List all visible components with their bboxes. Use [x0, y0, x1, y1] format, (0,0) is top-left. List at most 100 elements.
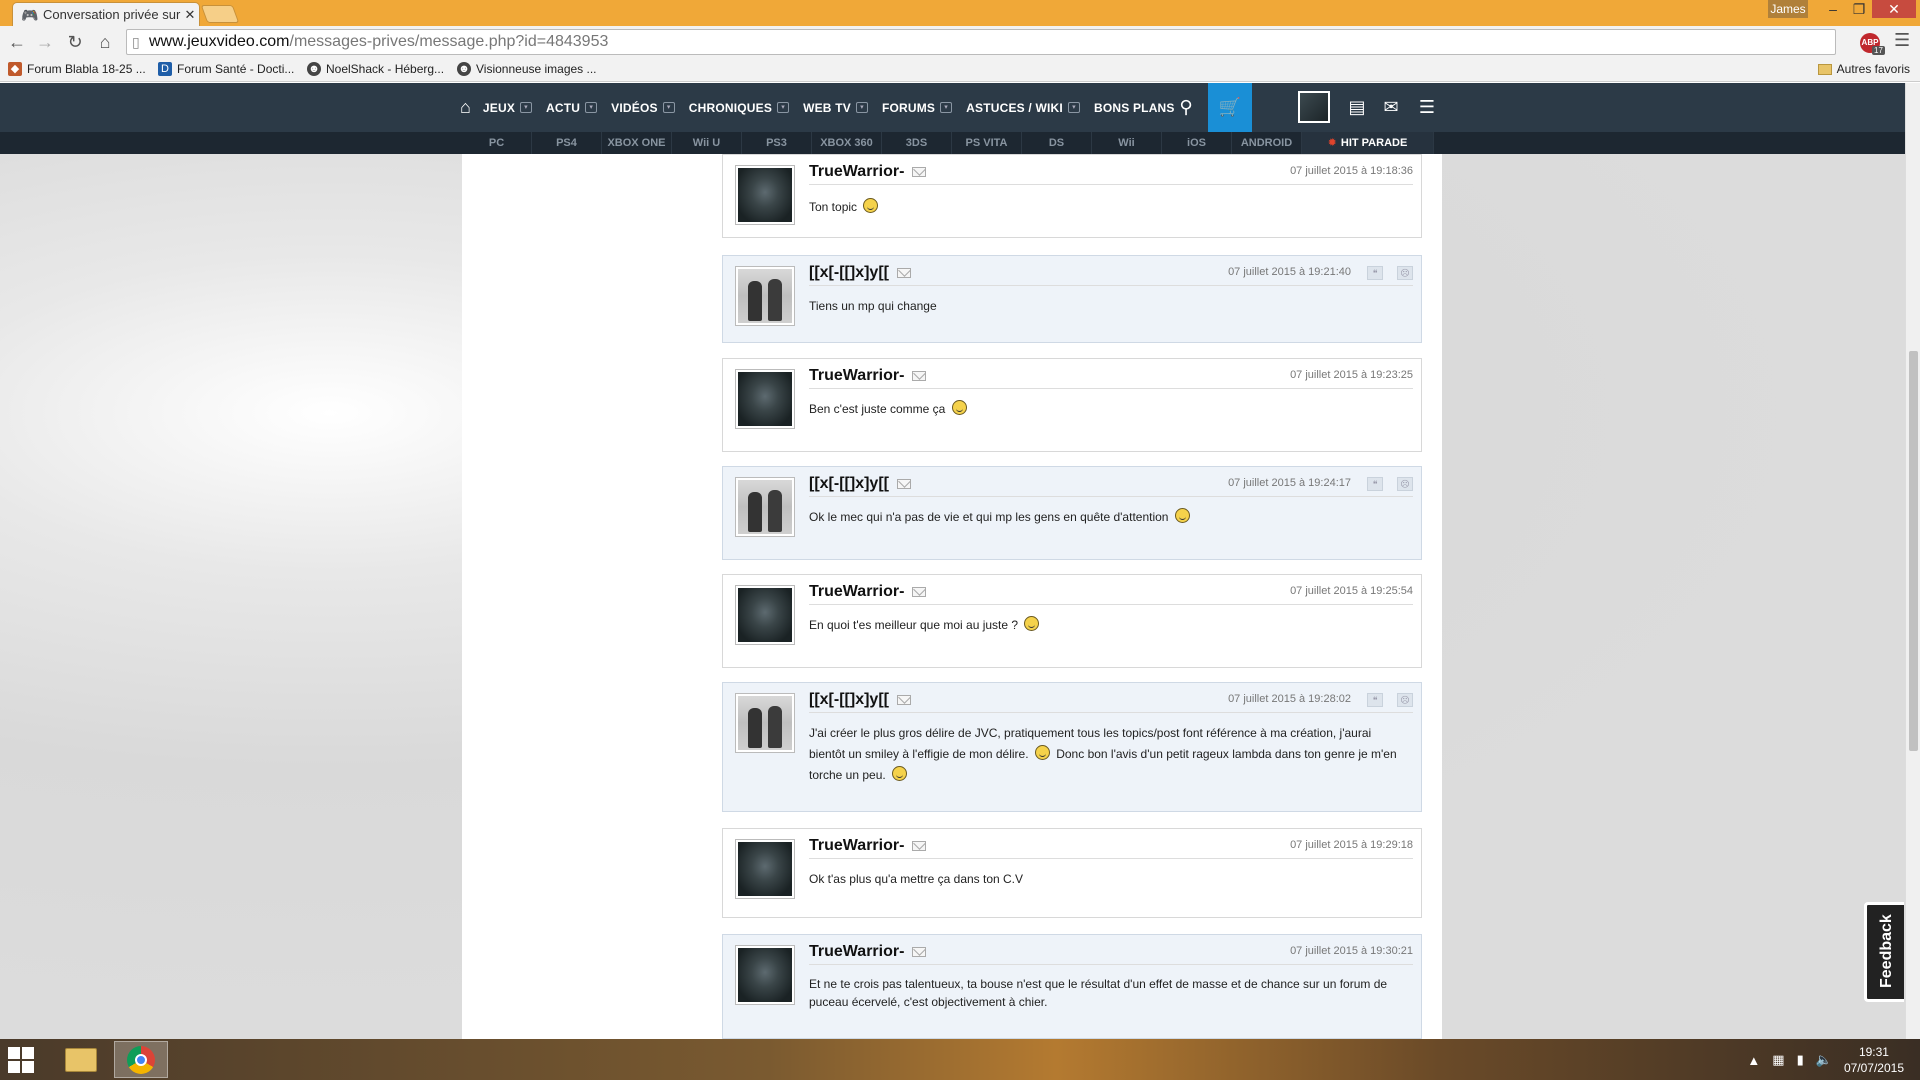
bookmark-item[interactable]: D Forum Santé - Docti... [158, 62, 294, 76]
other-bookmarks[interactable]: Autres favoris [1817, 62, 1910, 76]
cart-icon[interactable]: 🛒 [1208, 83, 1252, 132]
author-name[interactable]: [[x[-[[]x]y[[ [809, 691, 911, 709]
search-icon[interactable]: ⚲ [1168, 83, 1204, 132]
message-text: Et ne te crois pas talentueux, ta bouse … [809, 977, 1388, 1009]
nav-videos[interactable]: VIDÉOS ▾ [611, 101, 675, 115]
page-scrollbar[interactable] [1905, 83, 1920, 1039]
message-text: Tiens un mp qui change [809, 299, 937, 313]
platform-xboxone[interactable]: XBOX ONE [602, 132, 672, 154]
mail-icon[interactable]: ✉ [1376, 83, 1406, 132]
author-name[interactable]: TrueWarrior- [809, 943, 927, 961]
browser-tab[interactable]: 🎮 Conversation privée sur Je ✕ [12, 2, 200, 26]
dropdown-icon[interactable]: ▾ [940, 102, 953, 113]
nav-astuces[interactable]: ASTUCES / WIKI ▾ [966, 101, 1080, 115]
quote-icon[interactable]: ❝ [1367, 266, 1383, 280]
avatar[interactable] [735, 839, 795, 899]
nav-actu[interactable]: ACTU ▾ [546, 101, 598, 115]
nav-chroniques[interactable]: CHRONIQUES ▾ [689, 101, 790, 115]
avatar[interactable] [735, 369, 795, 429]
scroll-thumb[interactable] [1909, 351, 1918, 751]
mail-icon[interactable] [912, 840, 927, 851]
browser-titlebar: 🎮 Conversation privée sur Je ✕ James – ❐… [0, 0, 1920, 26]
dropdown-icon[interactable]: ▾ [1067, 102, 1080, 113]
mail-icon[interactable] [912, 586, 927, 597]
dropdown-icon[interactable]: ▾ [662, 102, 675, 113]
quote-icon[interactable]: ❝ [1367, 693, 1383, 707]
network-icon[interactable]: ▮ [1797, 1052, 1804, 1068]
report-icon[interactable]: ☹ [1397, 477, 1413, 491]
author-name[interactable]: TrueWarrior- [809, 163, 927, 181]
chrome-taskbar-button[interactable] [114, 1041, 168, 1078]
platform-ios[interactable]: iOS [1162, 132, 1232, 154]
bookmark-item[interactable]: ☻ NoelShack - Héberg... [307, 62, 444, 76]
tab-close-icon[interactable]: ✕ [181, 7, 199, 23]
author-name[interactable]: [[x[-[[]x]y[[ [809, 475, 911, 493]
avatar[interactable] [735, 585, 795, 645]
avatar[interactable] [735, 945, 795, 1005]
new-tab-button[interactable] [200, 5, 240, 23]
bookmark-item[interactable]: ◆ Forum Blabla 18-25 ... [8, 62, 146, 76]
dropdown-icon[interactable]: ▾ [585, 102, 598, 113]
mail-icon[interactable] [912, 166, 927, 177]
platform-psvita[interactable]: PS VITA [952, 132, 1022, 154]
home-icon[interactable]: ⌂ [460, 97, 471, 118]
minimize-icon[interactable]: – [1820, 0, 1846, 18]
author-name[interactable]: TrueWarrior- [809, 367, 927, 385]
message-body: En quoi t'es meilleur que moi au juste ? [809, 615, 1407, 636]
bookmark-item[interactable]: ☻ Visionneuse images ... [457, 62, 597, 76]
mail-icon[interactable] [912, 370, 927, 381]
user-avatar[interactable] [1298, 91, 1330, 123]
platform-ps3[interactable]: PS3 [742, 132, 812, 154]
platform-wii[interactable]: Wii [1092, 132, 1162, 154]
avatar[interactable] [735, 266, 795, 326]
reload-icon[interactable]: ↻ [62, 30, 88, 54]
platform-xbox360[interactable]: XBOX 360 [812, 132, 882, 154]
mail-icon[interactable] [896, 694, 911, 705]
mail-icon[interactable] [912, 946, 927, 957]
author-name[interactable]: TrueWarrior- [809, 583, 927, 601]
platform-ds[interactable]: DS [1022, 132, 1092, 154]
action-center-icon[interactable]: ▦ [1772, 1052, 1784, 1068]
list-icon[interactable]: ☰ [1412, 83, 1442, 132]
nav-jeux[interactable]: JEUX ▾ [483, 101, 533, 115]
dropdown-icon[interactable]: ▾ [855, 102, 868, 113]
nav-webtv[interactable]: WEB TV ▾ [803, 101, 868, 115]
clock[interactable]: 19:31 07/07/2015 [1844, 1044, 1904, 1076]
tray-expand-icon[interactable]: ▲ [1747, 1053, 1760, 1068]
avatar[interactable] [735, 693, 795, 753]
menu-icon[interactable]: ☰ [1894, 30, 1910, 51]
quote-icon[interactable]: ❝ [1367, 477, 1383, 491]
address-bar[interactable]: ▯ www.jeuxvideo.com/messages-prives/mess… [126, 29, 1836, 55]
avatar[interactable] [735, 477, 795, 537]
platform-3ds[interactable]: 3DS [882, 132, 952, 154]
volume-icon[interactable]: 🔈 [1816, 1052, 1832, 1068]
author-name[interactable]: [[x[-[[]x]y[[ [809, 264, 911, 282]
windows-start-icon[interactable] [8, 1047, 34, 1073]
restore-icon[interactable]: ❐ [1846, 0, 1872, 18]
platform-pc[interactable]: PC [462, 132, 532, 154]
feedback-button[interactable]: Feedback [1864, 902, 1904, 1002]
news-icon[interactable]: ▤ [1342, 83, 1372, 132]
profile-name[interactable]: James [1768, 0, 1808, 18]
dropdown-icon[interactable]: ▾ [777, 102, 790, 113]
hit-parade-link[interactable]: ✹ HIT PARADE [1302, 132, 1434, 154]
platform-wiiu[interactable]: Wii U [672, 132, 742, 154]
file-explorer-button[interactable] [54, 1041, 108, 1078]
nav-forums[interactable]: FORUMS ▾ [882, 101, 953, 115]
mail-icon[interactable] [896, 478, 911, 489]
forward-icon[interactable]: → [32, 30, 58, 54]
report-icon[interactable]: ☹ [1397, 693, 1413, 707]
report-icon[interactable]: ☹ [1397, 266, 1413, 280]
mail-icon[interactable] [896, 267, 911, 278]
platform-android[interactable]: ANDROID [1232, 132, 1302, 154]
platform-ps4[interactable]: PS4 [532, 132, 602, 154]
nav-bons-plans[interactable]: BONS PLANS [1094, 101, 1175, 115]
avatar[interactable] [735, 165, 795, 225]
back-icon[interactable]: ← [4, 30, 30, 54]
home-icon[interactable]: ⌂ [92, 30, 118, 54]
message-text: Ton topic [809, 200, 858, 214]
author-name[interactable]: TrueWarrior- [809, 837, 927, 855]
message-body: Et ne te crois pas talentueux, ta bouse … [809, 975, 1407, 1011]
dropdown-icon[interactable]: ▾ [520, 102, 533, 113]
window-close-icon[interactable]: ✕ [1872, 0, 1916, 18]
